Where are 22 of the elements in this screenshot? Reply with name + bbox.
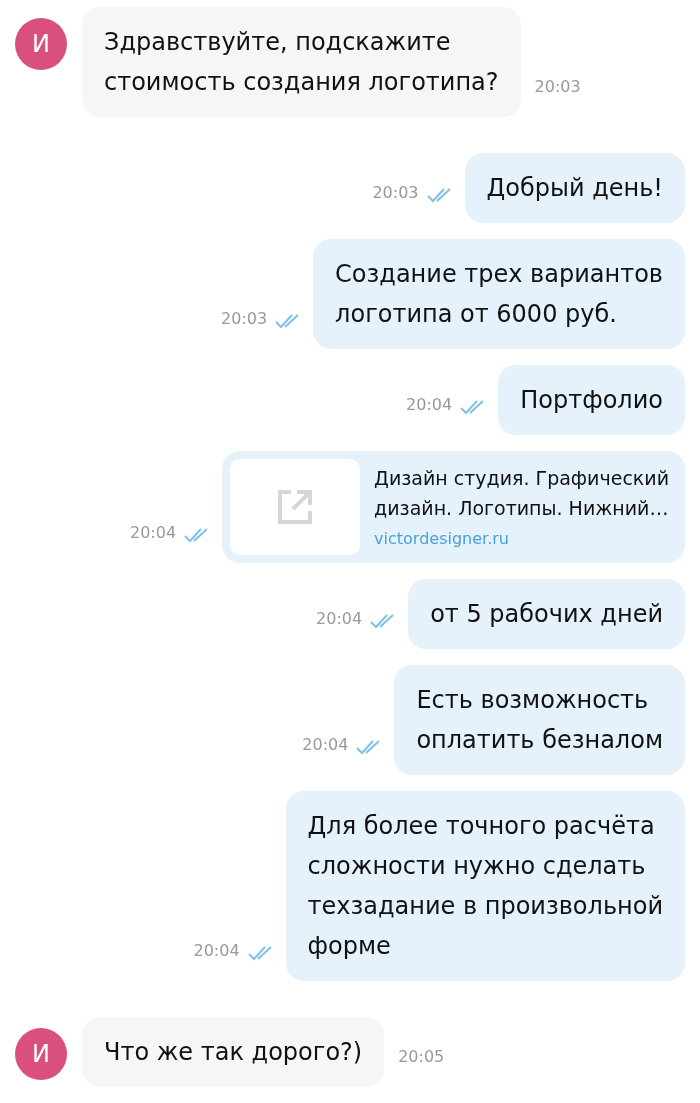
message-bubble: Для более точного расчёта сложности нужно сделать техзадание в произвольной форме [285,791,685,981]
message-time: 20:04 [302,734,349,756]
avatar: И [15,1028,67,1080]
message-time: 20:03 [221,308,268,330]
message-time: 20:04 [316,608,363,630]
message-bubble: Создание трех вариантов логотипа от 6000 руб. [313,239,685,349]
link-preview-card[interactable]: Дизайн студия. Графический дизайн. Логотипы. Нижний… victordesigner.ru [222,451,685,563]
message-bubble: от 5 рабочих дней [408,579,685,649]
link-title: Дизайн студия. Графический дизайн. Логотипы. Нижний… [374,466,670,521]
message-bubble: Есть возможность оплатить безналом [394,665,685,775]
external-link-icon [277,489,314,525]
message-time: 20:04 [193,940,240,962]
message-bubble: Добрый день! [464,153,685,223]
message-time: 20:03 [372,182,419,204]
message-bubble: Что же так дорого?) [82,1017,385,1087]
message-bubble: Портфолио [498,365,685,435]
message-time: 20:04 [129,522,177,544]
message-time: 20:03 [534,76,581,98]
message-time: 20:05 [398,1046,445,1068]
avatar: И [15,18,67,70]
message-time: 20:04 [406,394,453,416]
message-bubble: Здравствуйте, подскажите стоимость создания логотипа? [82,7,521,117]
